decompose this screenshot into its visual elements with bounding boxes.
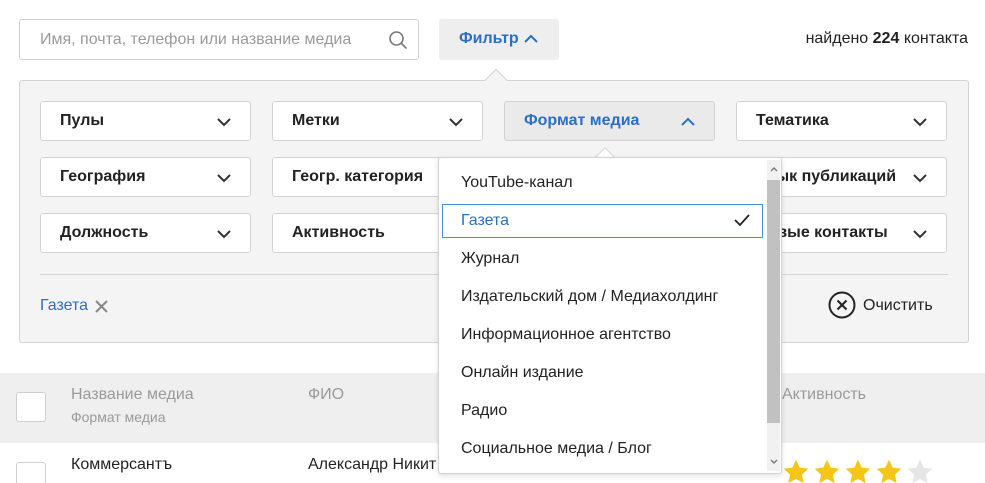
chevron-down-icon: [913, 174, 927, 183]
media-format-option-label: Издательский дом / Медиахолдинг: [461, 288, 719, 305]
filter-topic[interactable]: Тематика: [736, 101, 947, 141]
filter-position-label: Должность: [60, 224, 149, 241]
column-media-name[interactable]: Название медиа: [71, 386, 194, 404]
close-icon[interactable]: [95, 300, 108, 313]
filter-pools[interactable]: Пулы: [40, 101, 251, 141]
chevron-down-icon: [217, 174, 231, 183]
filter-topic-label: Тематика: [756, 112, 829, 129]
media-format-menu: YouTube-канал Газета Журнал Издательский до…: [438, 157, 782, 474]
filter-media-format-label: Формат медиа: [524, 112, 640, 129]
filter-position[interactable]: Должность: [40, 213, 251, 253]
found-prefix: найдено: [805, 30, 869, 47]
found-count: найдено 224 контакта: [806, 30, 968, 48]
search-placeholder: Имя, почта, телефон или название медиа: [40, 31, 352, 48]
found-number: 224: [872, 30, 900, 47]
filter-geo-category-label: Геогр. категория: [292, 168, 424, 185]
media-format-option-label: YouTube-канал: [461, 174, 573, 191]
row-checkbox[interactable]: [16, 462, 46, 483]
clear-circle-icon: [828, 291, 856, 319]
media-format-option[interactable]: Информационное агентство: [442, 318, 763, 352]
clear-filters-label: Очистить: [863, 297, 933, 314]
chevron-down-icon: [449, 118, 463, 127]
row-media-name[interactable]: Коммерсантъ: [71, 456, 172, 474]
search-input[interactable]: Имя, почта, телефон или название медиа: [19, 19, 419, 60]
filter-button-label: Фильтр: [459, 30, 519, 47]
chevron-down-icon: [217, 118, 231, 127]
media-format-option-label: Социальное медиа / Блог: [461, 440, 652, 457]
chevron-up-icon: [524, 34, 538, 43]
search-icon[interactable]: [388, 30, 408, 50]
clear-filters-button[interactable]: Очистить: [828, 291, 948, 321]
media-format-option-label: Журнал: [461, 250, 520, 267]
chevron-down-icon: [913, 118, 927, 127]
media-format-option[interactable]: Социальное медиа / Блог: [442, 432, 763, 466]
scroll-up-icon[interactable]: [770, 166, 778, 172]
media-format-option[interactable]: Онлайн издание: [442, 356, 763, 390]
media-format-option-label: Онлайн издание: [461, 364, 584, 381]
filter-geography-label: География: [60, 168, 146, 185]
media-format-option[interactable]: Газета: [442, 204, 763, 238]
media-format-option[interactable]: YouTube-канал: [442, 166, 763, 200]
media-format-option-label: Радио: [461, 402, 508, 419]
filter-tags[interactable]: Метки: [272, 101, 483, 141]
row-fio[interactable]: Александр Никит: [308, 456, 436, 474]
star-filled-icon: [814, 459, 840, 483]
column-activity[interactable]: Активность: [782, 386, 866, 404]
select-all-checkbox[interactable]: [16, 392, 46, 422]
filter-pools-label: Пулы: [60, 112, 105, 129]
media-format-option-label: Газета: [461, 212, 510, 229]
found-suffix: контакта: [903, 30, 968, 47]
media-format-option[interactable]: Издательский дом / Медиахолдинг: [442, 280, 763, 314]
filter-button[interactable]: Фильтр: [439, 19, 559, 60]
chevron-up-icon: [681, 117, 695, 126]
filter-media-format[interactable]: Формат медиа: [504, 101, 715, 141]
star-empty-icon: [907, 459, 933, 483]
media-format-option[interactable]: Радио: [442, 394, 763, 428]
media-format-option-label: Информационное агентство: [461, 326, 671, 343]
star-filled-icon: [783, 459, 809, 483]
media-format-option[interactable]: Журнал: [442, 242, 763, 276]
filter-geography[interactable]: География: [40, 157, 251, 197]
menu-scrollbar[interactable]: [767, 160, 780, 471]
scroll-thumb[interactable]: [767, 180, 780, 423]
filter-activity-label: Активность: [292, 224, 385, 241]
filter-tags-label: Метки: [292, 112, 340, 129]
checkmark-icon: [734, 214, 750, 227]
star-filled-icon: [876, 459, 902, 483]
chevron-down-icon: [913, 230, 927, 239]
column-media-format: Формат медиа: [71, 409, 166, 425]
active-filter-tag[interactable]: Газета: [40, 297, 88, 315]
chevron-down-icon: [217, 230, 231, 239]
column-fio[interactable]: ФИО: [308, 386, 344, 404]
scroll-down-icon[interactable]: [770, 459, 778, 465]
star-filled-icon: [845, 459, 871, 483]
